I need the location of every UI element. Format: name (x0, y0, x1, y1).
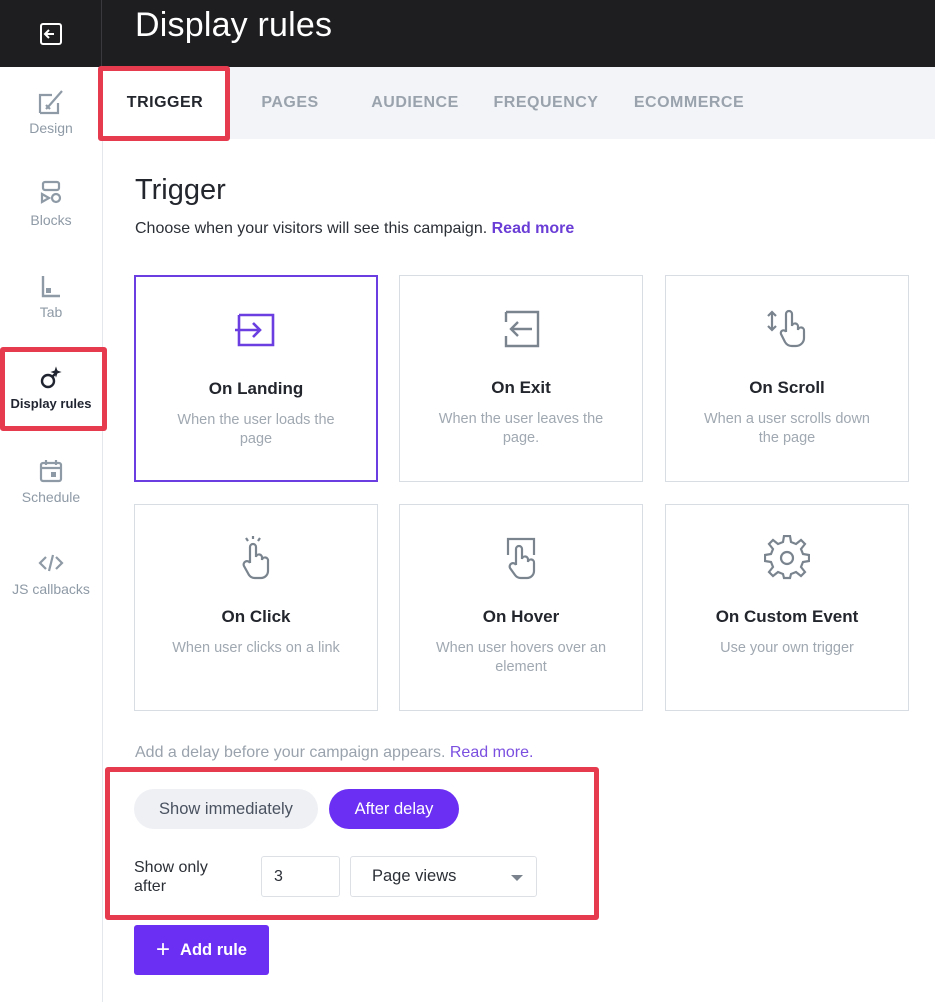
card-title: On Exit (491, 378, 551, 397)
rules-tabs: TRIGGER PAGES AUDIENCE FREQUENCY ECOMMER… (103, 67, 935, 139)
click-hand-icon (242, 536, 270, 580)
delay-unit-select[interactable]: Page views (350, 856, 537, 897)
section-title: Trigger (135, 174, 226, 206)
card-description: When user clicks on a link (172, 640, 340, 656)
description-text: Choose when your visitors will see this … (135, 220, 488, 237)
calendar-icon (39, 460, 63, 483)
after-delay-button[interactable]: After delay (329, 789, 459, 829)
add-rule-button[interactable]: + Add rule (134, 925, 269, 975)
tab-trigger[interactable]: TRIGGER (103, 67, 227, 139)
chevron-down-icon (511, 875, 523, 881)
card-title: On Hover (482, 607, 560, 626)
sidebar: Design Blocks Tab Display rules Schedule… (0, 67, 103, 1002)
card-description: When a user scrolls down the page (703, 411, 870, 446)
display-rules-icon (40, 366, 62, 389)
card-description: When the user loads the page (177, 412, 335, 447)
section-description: Choose when your visitors will see this … (135, 220, 574, 238)
top-bar: Display rules (0, 0, 935, 67)
add-rule-label: Add rule (180, 940, 247, 959)
show-only-after-label: Show only after (134, 859, 208, 895)
delay-unit-value: Page views (372, 867, 457, 885)
tab-audience[interactable]: AUDIENCE (359, 67, 471, 139)
card-title: On Click (221, 607, 291, 626)
exit-arrow-icon (39, 22, 62, 45)
delay-value-input[interactable]: 3 (261, 856, 340, 897)
delay-read-more-link[interactable]: Read more. (450, 744, 534, 761)
tab-frequency[interactable]: FREQUENCY (486, 67, 606, 139)
tab-ecommerce[interactable]: ECOMMERCE (624, 67, 754, 139)
trigger-card-on-landing[interactable]: On Landing When the user loads the page (134, 275, 378, 482)
scroll-hand-icon (767, 309, 806, 348)
exit-icon (504, 310, 540, 348)
card-description: When user hovers over an element (435, 640, 607, 675)
sidebar-item-design[interactable]: Design (0, 87, 102, 167)
card-title: On Landing (208, 379, 304, 398)
sidebar-item-label: Schedule (21, 489, 81, 505)
sidebar-item-label: Tab (39, 304, 63, 320)
trigger-card-on-scroll[interactable]: On Scroll When a user scrolls down the p… (665, 275, 909, 482)
design-brush-icon (38, 90, 63, 115)
back-button[interactable] (0, 0, 102, 67)
trigger-card-on-click[interactable]: On Click When user clicks on a link (134, 504, 378, 711)
trigger-card-on-exit[interactable]: On Exit When the user leaves the page. (399, 275, 643, 482)
card-title: On Scroll (749, 378, 825, 397)
sidebar-item-js-callbacks[interactable]: JS callbacks (0, 548, 102, 628)
read-more-link[interactable]: Read more (492, 220, 575, 237)
code-icon (38, 554, 64, 572)
trigger-card-on-hover[interactable]: On Hover When user hovers over an elemen… (399, 504, 643, 711)
sidebar-item-label: Display rules (10, 396, 92, 411)
sidebar-item-tab[interactable]: Tab (0, 271, 102, 351)
plus-icon: + (156, 936, 171, 963)
trigger-card-on-custom-event[interactable]: On Custom Event Use your own trigger (665, 504, 909, 711)
enter-icon (235, 313, 275, 347)
show-immediately-button[interactable]: Show immediately (134, 789, 318, 829)
sidebar-item-label: Design (29, 120, 73, 136)
delay-description: Add a delay before your campaign appears… (135, 744, 533, 762)
tab-pages[interactable]: PAGES (243, 67, 337, 139)
card-description: When the user leaves the page. (438, 411, 604, 446)
sidebar-item-display-rules[interactable]: Display rules (0, 363, 102, 443)
card-title: On Custom Event (715, 607, 859, 626)
blocks-icon (40, 180, 62, 204)
gear-icon (764, 535, 810, 580)
tab-icon (41, 276, 60, 298)
delay-text: Add a delay before your campaign appears… (135, 744, 446, 761)
page-title: Display rules (135, 6, 333, 44)
sidebar-item-schedule[interactable]: Schedule (0, 456, 102, 536)
sidebar-item-label: Blocks (30, 212, 72, 228)
sidebar-item-blocks[interactable]: Blocks (0, 179, 102, 259)
sidebar-item-label: JS callbacks (12, 581, 90, 597)
card-description: Use your own trigger (720, 640, 854, 656)
hover-hand-icon (506, 537, 536, 580)
